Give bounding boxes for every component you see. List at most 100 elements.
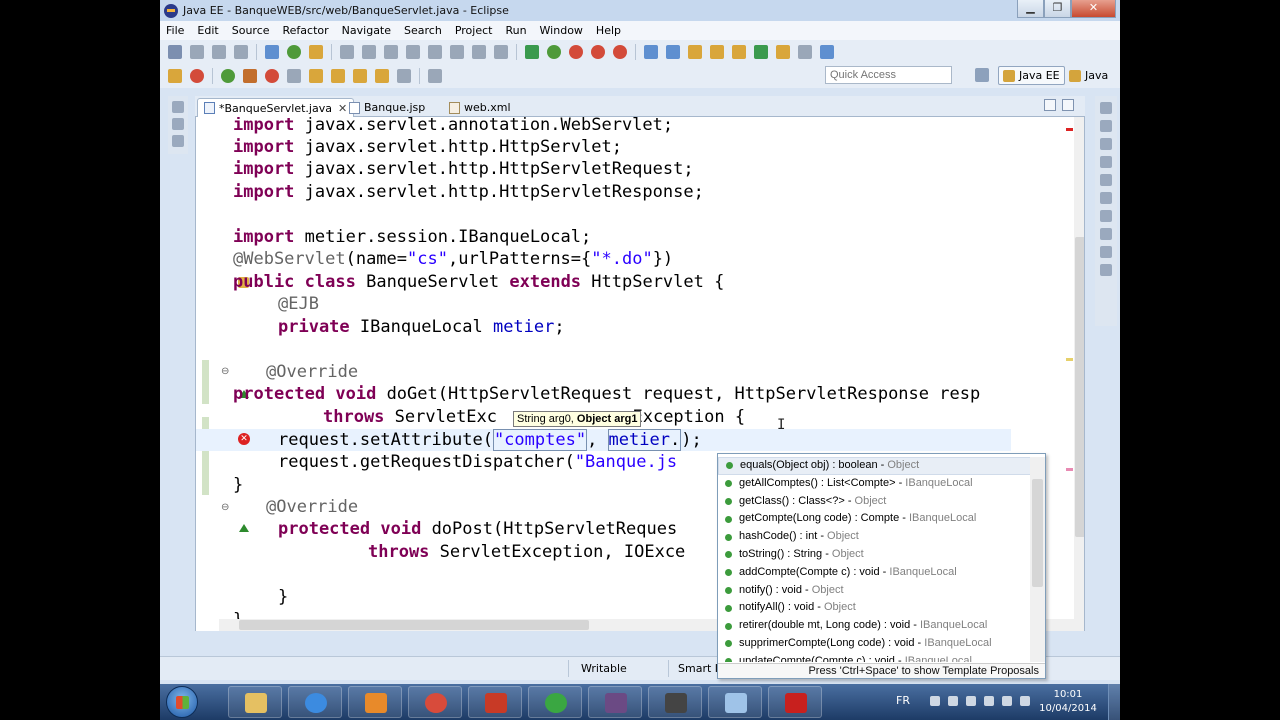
proposal-item[interactable]: notify() : void - Object	[718, 582, 1031, 600]
clock[interactable]: 10:01 10/04/2014	[1038, 688, 1098, 716]
scroll-thumb[interactable]	[1032, 479, 1043, 587]
menu-navigate[interactable]: Navigate	[342, 24, 391, 37]
proposal-item[interactable]: getAllComptes() : List<Compte> - IBanque…	[718, 475, 1031, 493]
servers-icon[interactable]	[1100, 210, 1112, 222]
resume-server-icon[interactable]	[221, 68, 235, 83]
menu-search[interactable]: Search	[404, 24, 442, 37]
navigator-icon[interactable]	[172, 135, 184, 147]
save-icon[interactable]	[190, 45, 204, 59]
snippets-icon[interactable]	[1100, 246, 1112, 258]
undo-icon[interactable]	[340, 45, 354, 59]
redo-icon[interactable]	[362, 45, 376, 59]
highlight-icon[interactable]	[776, 45, 790, 59]
debug-server-icon[interactable]	[243, 68, 257, 83]
taskbar-media[interactable]	[348, 686, 402, 718]
run-icon[interactable]	[547, 45, 561, 59]
scroll-thumb[interactable]	[1075, 237, 1084, 537]
last-edit-icon[interactable]	[353, 68, 367, 83]
network-icon[interactable]	[1002, 696, 1012, 706]
debug-icon[interactable]	[525, 45, 539, 59]
new-java-class-icon[interactable]	[644, 45, 658, 59]
perspective-java[interactable]: Java	[1065, 66, 1112, 85]
taskbar-app-green[interactable]	[528, 686, 582, 718]
tray-app-icon[interactable]	[930, 696, 940, 706]
previous-annotation-icon[interactable]	[331, 68, 345, 83]
proposal-item[interactable]: retirer(double mt, Long code) : void - I…	[718, 617, 1031, 635]
taskbar-app-blue[interactable]	[708, 686, 762, 718]
proposal-item[interactable]: toString() : String - Object	[718, 546, 1031, 564]
proposal-item[interactable]: addCompte(Compte c) : void - IBanqueLoca…	[718, 564, 1031, 582]
coverage-icon[interactable]	[569, 45, 583, 59]
proposal-item[interactable]: updateCompte(Compte c) : void - IBanqueL…	[718, 653, 1031, 662]
open-perspective-icon[interactable]	[975, 68, 989, 82]
print-icon[interactable]	[234, 45, 248, 59]
start-button[interactable]	[166, 686, 198, 718]
markers-icon[interactable]	[1100, 174, 1112, 186]
overview-occurrence-mark[interactable]	[1066, 468, 1073, 471]
tray-app-icon[interactable]	[966, 696, 976, 706]
taskbar-chrome[interactable]	[408, 686, 462, 718]
proposal-item[interactable]: getCompte(Long code) : Compte - IBanqueL…	[718, 510, 1031, 528]
menu-refactor[interactable]: Refactor	[283, 24, 329, 37]
close-button[interactable]: ✕	[1071, 0, 1116, 18]
server-icon[interactable]	[265, 45, 279, 59]
proposal-item[interactable]: equals(Object obj) : boolean - Object	[718, 457, 1031, 475]
perspective-javaee[interactable]: Java EE	[998, 66, 1065, 85]
task-list-icon[interactable]	[1100, 138, 1112, 150]
save-all-icon[interactable]	[212, 45, 226, 59]
taskbar-ie[interactable]	[288, 686, 342, 718]
overview-warning-mark[interactable]	[1066, 358, 1073, 361]
build-icon[interactable]	[168, 68, 182, 83]
tab-web-xml[interactable]: web.xml	[443, 98, 517, 117]
menu-window[interactable]: Window	[540, 24, 583, 37]
taskbar-app-red[interactable]	[468, 686, 522, 718]
volume-icon[interactable]	[1020, 696, 1030, 706]
maximize-editor-icon[interactable]	[1062, 99, 1074, 111]
show-desktop-button[interactable]	[1108, 684, 1120, 720]
disconnect-icon[interactable]	[450, 45, 464, 59]
next-annotation-icon[interactable]	[309, 68, 323, 83]
menu-project[interactable]: Project	[455, 24, 493, 37]
tab-banqueservlet[interactable]: *BanqueServlet.java ✕	[197, 98, 355, 117]
proposal-scrollbar[interactable]	[1030, 457, 1045, 662]
new-icon[interactable]	[168, 45, 182, 59]
taskbar-explorer[interactable]	[228, 686, 282, 718]
tray-app-icon[interactable]	[948, 696, 958, 706]
open-task-icon[interactable]	[710, 45, 724, 59]
show-whitespace-icon[interactable]	[798, 45, 812, 59]
menu-source[interactable]: Source	[232, 24, 270, 37]
terminate-icon[interactable]	[428, 45, 442, 59]
restore-view-icon[interactable]	[1100, 156, 1112, 168]
menu-edit[interactable]: Edit	[197, 24, 218, 37]
stop-server-icon[interactable]	[591, 45, 605, 59]
menu-run[interactable]: Run	[505, 24, 526, 37]
overview-error-mark[interactable]	[1066, 128, 1073, 131]
resume-icon[interactable]	[384, 45, 398, 59]
taskbar-app-dark[interactable]	[648, 686, 702, 718]
stop-icon[interactable]	[265, 68, 279, 83]
minimize-button[interactable]: ▁	[1017, 0, 1044, 18]
minimize-editor-icon[interactable]	[1044, 99, 1056, 111]
step-into-icon[interactable]	[472, 45, 486, 59]
restore-view-icon[interactable]	[1100, 102, 1112, 114]
fold-icon[interactable]: ⊖	[221, 503, 230, 513]
project-explorer-icon[interactable]	[172, 118, 184, 130]
package-icon[interactable]	[309, 45, 323, 59]
publish-icon[interactable]	[287, 68, 301, 83]
tray-app-icon[interactable]	[984, 696, 994, 706]
outline-icon[interactable]	[1100, 120, 1112, 132]
menu-help[interactable]: Help	[596, 24, 621, 37]
menu-file[interactable]: File	[166, 24, 184, 37]
step-over-icon[interactable]	[494, 45, 508, 59]
editor-vertical-scrollbar[interactable]	[1074, 117, 1084, 631]
proposal-item[interactable]: getClass() : Class<?> - Object	[718, 493, 1031, 511]
console-icon[interactable]	[1100, 264, 1112, 276]
mark-occurrences-icon[interactable]	[754, 45, 768, 59]
taskbar-eclipse[interactable]	[588, 686, 642, 718]
back-icon[interactable]	[375, 68, 389, 83]
restore-icon[interactable]	[172, 101, 184, 113]
quick-access-input[interactable]	[825, 66, 952, 84]
proposal-item[interactable]: hashCode() : int - Object	[718, 528, 1031, 546]
proposal-item[interactable]: notifyAll() : void - Object	[718, 599, 1031, 617]
external-tools-icon[interactable]	[613, 45, 627, 59]
